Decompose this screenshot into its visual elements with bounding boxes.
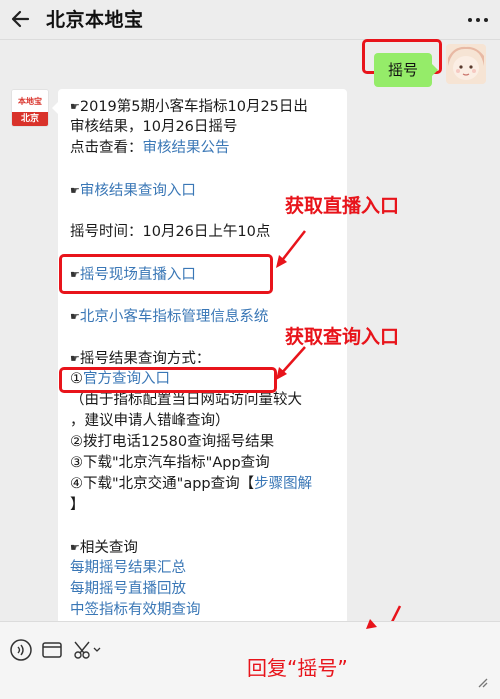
- reply-arrow: [366, 619, 377, 629]
- annotation-reply: 回复“摇号”: [247, 656, 348, 680]
